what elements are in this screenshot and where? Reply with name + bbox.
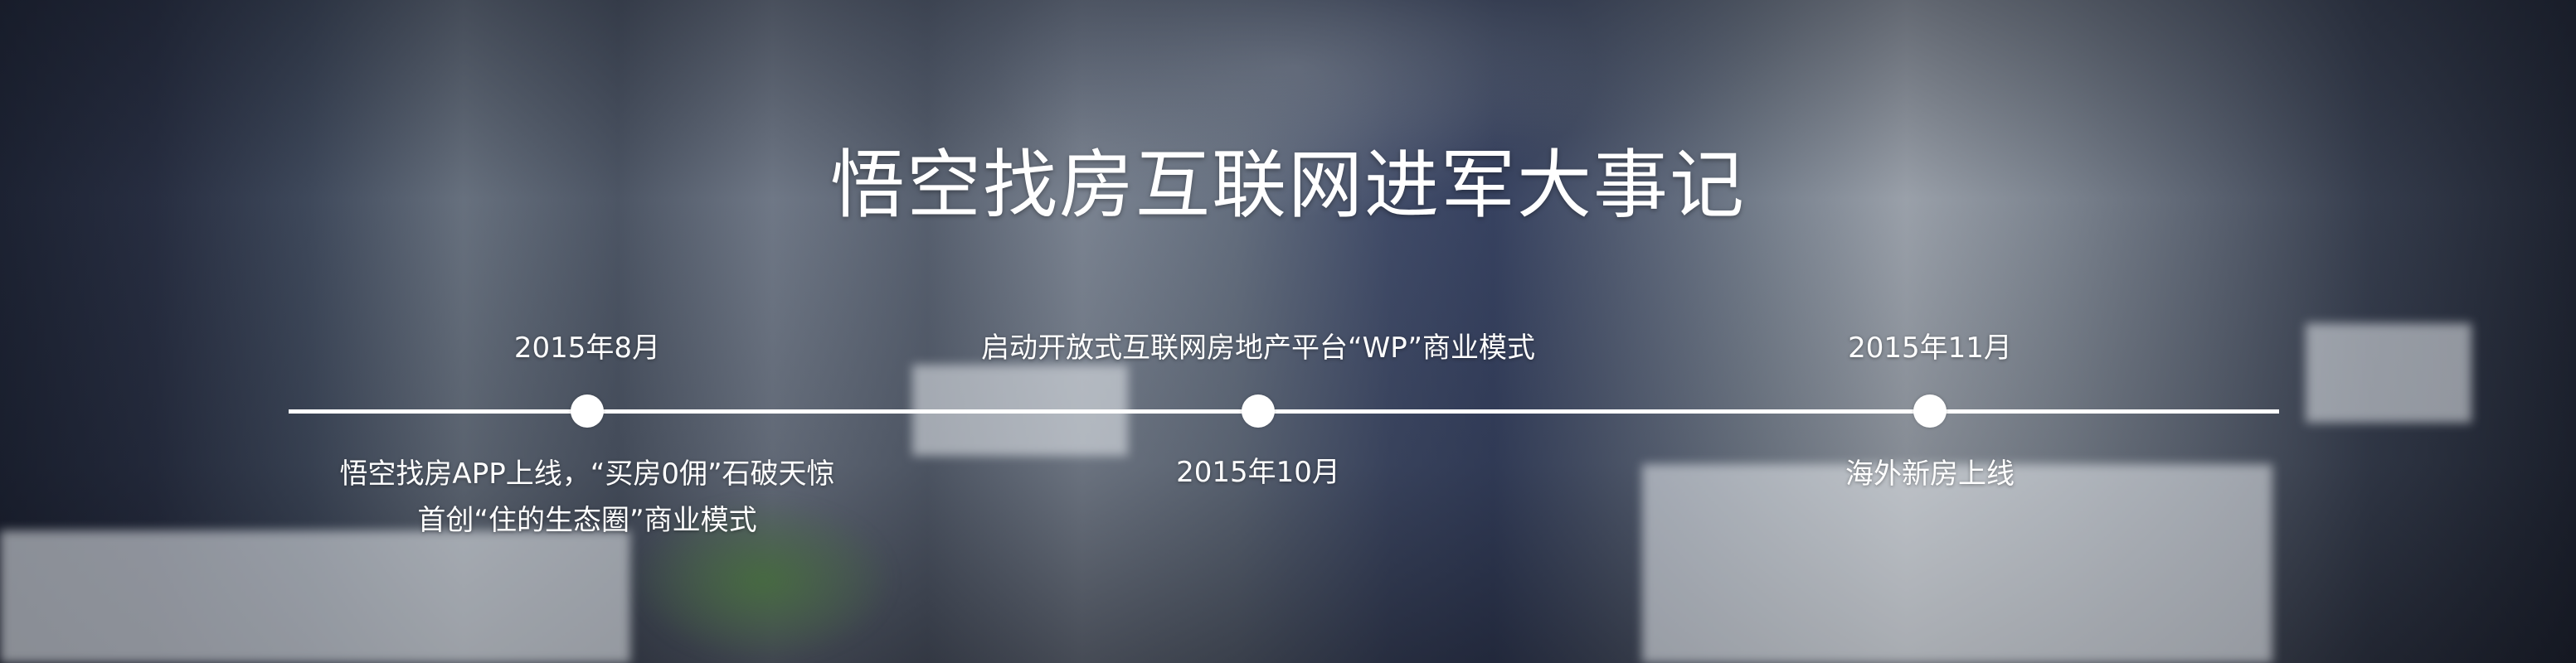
timeline-description-3: 海外新房上线 — [1845, 457, 2015, 491]
timeline-description-2: 启动开放式互联网房地产平台“WP”商业模式 — [981, 332, 1535, 365]
timeline-date-1: 2015年8月 — [513, 332, 661, 365]
timeline-date-2: 2015年10月 — [1176, 456, 1340, 489]
timeline-dot-1[interactable] — [571, 394, 604, 428]
timeline-date-3: 2015年11月 — [1848, 332, 2012, 365]
timeline-dot-3[interactable] — [1913, 394, 1947, 428]
page-title: 悟空找房互联网进军大事记 — [830, 142, 1746, 229]
timeline-description-1-line-1: 悟空找房APP上线，“买房0佣”石破天惊 — [339, 457, 835, 491]
background-desk — [2306, 323, 2472, 423]
background-desk — [1642, 464, 2272, 663]
timeline-dot-2[interactable] — [1242, 394, 1275, 428]
background-desk — [0, 530, 630, 663]
history-banner: 悟空找房互联网进军大事记 2015年8月 悟空找房APP上线，“买房0佣”石破天… — [0, 0, 2576, 663]
timeline-description-1-line-2: 首创“住的生态圈”商业模式 — [417, 504, 757, 537]
timeline-description-1: 悟空找房APP上线，“买房0佣”石破天惊 首创“住的生态圈”商业模式 — [214, 454, 960, 540]
